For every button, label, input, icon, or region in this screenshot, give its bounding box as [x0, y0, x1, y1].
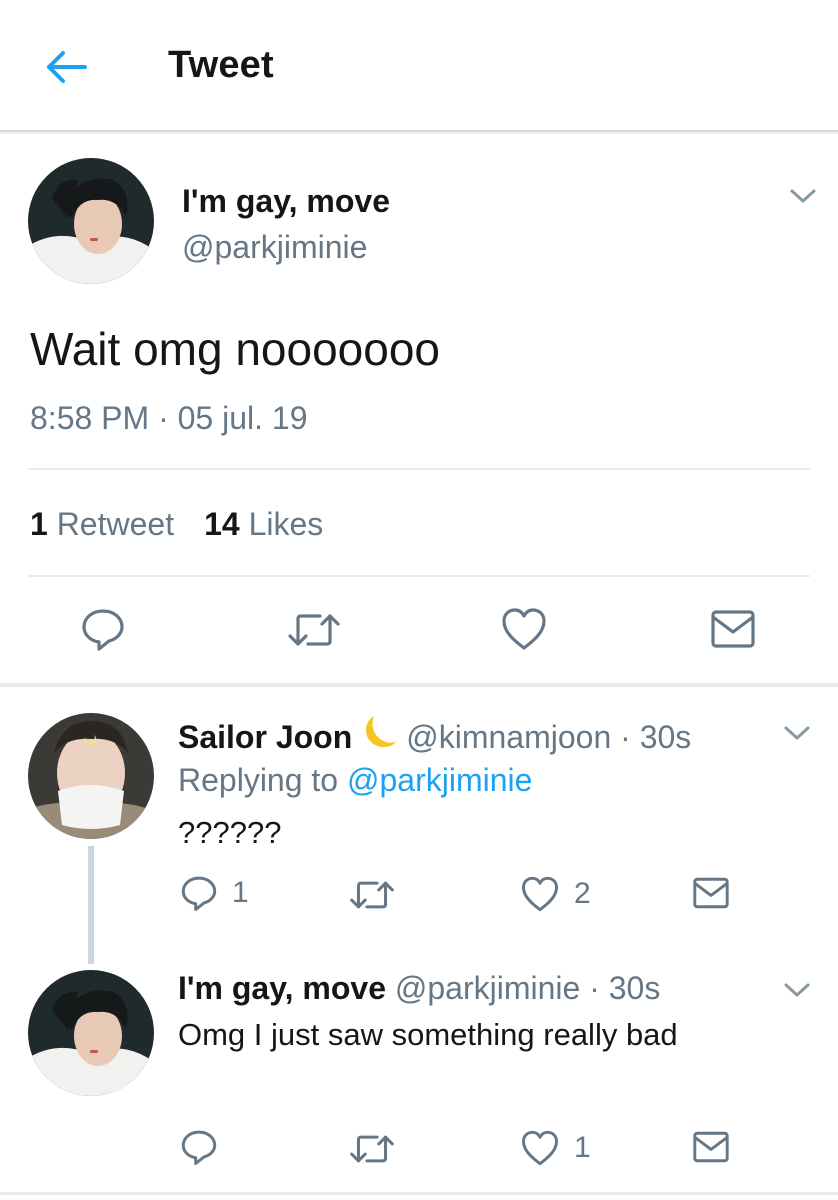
like-stat[interactable]: 14 Likes	[204, 506, 323, 542]
avatar-parkjiminie[interactable]	[28, 158, 154, 284]
like-button[interactable]: 1	[520, 1129, 591, 1167]
like-count: 2	[574, 877, 591, 910]
retweet-icon	[350, 1135, 394, 1163]
reply-header: I'm gay, move @parkjiminie · 30s	[178, 970, 660, 1007]
reply-button[interactable]: 1	[180, 874, 249, 912]
top-bar: Tweet	[0, 0, 838, 130]
retweet-icon	[288, 614, 340, 646]
share-button[interactable]	[710, 608, 756, 650]
retweet-stat[interactable]: 1 Retweet	[30, 506, 174, 542]
avatar-image	[28, 158, 154, 284]
avatar-image	[28, 713, 154, 839]
retweet-button[interactable]	[288, 610, 340, 650]
speech-bubble-icon	[82, 609, 124, 651]
chevron-down-icon[interactable]	[782, 723, 812, 743]
page-title: Tweet	[168, 44, 274, 86]
reply-count: 1	[232, 876, 249, 909]
avatar-kimnamjoon[interactable]	[28, 713, 154, 839]
chevron-down-icon[interactable]	[788, 186, 818, 206]
divider	[28, 468, 810, 470]
replying-to-link[interactable]: @parkjiminie	[347, 762, 532, 798]
thread-connector	[88, 846, 94, 964]
retweet-button[interactable]	[350, 1132, 408, 1166]
replying-to: Replying to @parkjiminie	[178, 762, 533, 798]
author-display-name[interactable]: I'm gay, move	[182, 183, 390, 220]
like-button[interactable]	[500, 606, 548, 652]
share-button[interactable]	[692, 876, 730, 910]
tweet-text: Wait omg nooooooo	[30, 323, 441, 375]
reply-button[interactable]	[180, 1128, 232, 1166]
avatar-parkjiminie[interactable]	[28, 970, 154, 1096]
reply-text: ??????	[178, 815, 282, 850]
speech-bubble-icon	[181, 1130, 217, 1166]
author-handle[interactable]: @parkjiminie	[182, 229, 367, 266]
heart-icon	[521, 1130, 559, 1166]
reply-header: Sailor Joon @kimnamjoon · 30s	[178, 712, 691, 756]
divider	[28, 575, 810, 577]
reply-button[interactable]	[80, 606, 126, 652]
tweet-stats: 1 Retweet 14 Likes	[30, 506, 323, 543]
section-divider	[0, 1192, 838, 1195]
retweet-icon	[350, 881, 394, 909]
arrow-left-icon	[47, 51, 87, 83]
share-button[interactable]	[692, 1130, 730, 1164]
like-button[interactable]: 2	[520, 875, 591, 913]
heart-icon	[521, 876, 559, 912]
envelope-icon	[711, 610, 755, 648]
back-button[interactable]	[44, 45, 88, 89]
section-divider	[0, 683, 838, 687]
reply-display-name[interactable]: I'm gay, move	[178, 970, 386, 1006]
tweet-timestamp[interactable]: 8:58 PM · 05 jul. 19	[30, 400, 307, 437]
chevron-down-icon[interactable]	[782, 980, 812, 1000]
reply-display-name[interactable]: Sailor Joon	[178, 719, 352, 755]
like-count: 1	[574, 1131, 591, 1164]
top-bar-divider	[0, 130, 838, 134]
retweet-button[interactable]	[350, 878, 408, 912]
reply-handle-time[interactable]: @kimnamjoon · 30s	[406, 719, 691, 755]
heart-icon	[502, 608, 546, 650]
envelope-icon	[693, 877, 729, 909]
avatar-image	[28, 970, 154, 1096]
reply-handle-time[interactable]: @parkjiminie · 30s	[395, 970, 660, 1006]
speech-bubble-icon	[181, 876, 217, 912]
envelope-icon	[693, 1131, 729, 1163]
reply-text: Omg I just saw something really bad	[178, 1017, 678, 1052]
crescent-moon-icon	[366, 716, 397, 748]
